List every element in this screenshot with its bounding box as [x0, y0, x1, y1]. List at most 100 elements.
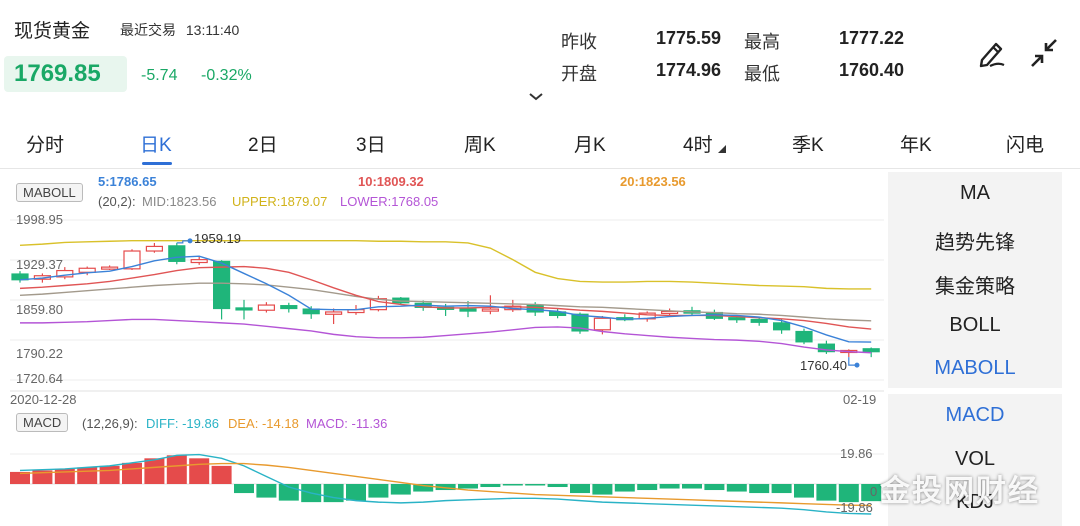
macd-bar: [122, 462, 142, 484]
macd-bar: [502, 484, 523, 486]
macd-bar: [816, 484, 837, 501]
macd-bar: [346, 484, 366, 501]
quote-header: 现货黄金 最近交易 13:11:40 1769.85 -5.74 -0.32% …: [0, 0, 1080, 108]
macd-bar: [77, 467, 98, 484]
macd-bar: [211, 465, 232, 484]
macd-bar: [682, 484, 702, 489]
candle-body: [481, 308, 499, 312]
y-tick-1: 1998.95: [16, 212, 63, 227]
candle-body: [459, 308, 477, 312]
side-item-maboll[interactable]: MABOLL: [888, 357, 1062, 380]
candle-body: [100, 266, 119, 270]
tab-2day[interactable]: 2日: [248, 130, 278, 157]
candle-body: [280, 305, 298, 310]
tab-yearly-k[interactable]: 年K: [900, 130, 932, 157]
macd-bar: [749, 484, 770, 494]
side-item-strategy[interactable]: 集金策略: [888, 270, 1062, 299]
last-trade-time: 13:11:40: [185, 22, 240, 38]
candle-body: [325, 311, 343, 315]
candle-body: [78, 267, 96, 273]
macd-bar: [659, 484, 680, 489]
last-trade-info: 最近交易 13:11:40: [120, 20, 239, 40]
low-marker-dot: [854, 362, 860, 368]
candle-body: [750, 318, 768, 323]
macd-value-legend: MACD: -11.36: [306, 416, 388, 431]
tab-4hour[interactable]: 4时: [683, 130, 726, 157]
macd-bar: [323, 484, 344, 503]
macd-bar: [771, 484, 792, 494]
high-marker-dot: [187, 238, 193, 244]
last-trade-label: 最近交易: [120, 22, 176, 38]
tab-daily-k[interactable]: 日K: [140, 130, 172, 157]
side-item-ma[interactable]: MA: [888, 182, 1062, 205]
candle-body: [862, 348, 880, 353]
ma5-line: [19, 255, 872, 343]
macd-y-zero: 0: [870, 484, 878, 499]
y-tick-2: 1929.37: [16, 257, 63, 272]
tab-weekly-k[interactable]: 周K: [464, 130, 496, 157]
dropdown-corner-icon: [717, 145, 726, 153]
macd-bar: [704, 484, 725, 491]
macd-bar: [189, 458, 210, 484]
tab-intraday[interactable]: 分时: [26, 130, 64, 157]
sub-indicator-selector[interactable]: MACD: [16, 413, 69, 432]
macd-bar: [458, 484, 478, 489]
side-item-macd[interactable]: MACD: [888, 404, 1062, 427]
macd-bar: [99, 465, 120, 484]
macd-bar: [166, 455, 187, 484]
chevron-down-icon[interactable]: [528, 92, 544, 102]
macd-bar: [570, 484, 590, 494]
macd-y-bottom: -19.86: [836, 500, 873, 515]
macd-bar: [547, 484, 568, 488]
candle-body: [795, 330, 813, 343]
tab-4hour-label: 4时: [683, 135, 713, 156]
period-tabs: 分时 日K 2日 3日 周K 月K 4时 季K 年K 闪电: [0, 120, 1080, 166]
low-marker-label: 1760.40: [800, 358, 847, 373]
collapse-icon[interactable]: [1028, 36, 1060, 70]
high-marker-label: 1959.19: [194, 231, 241, 246]
tab-flash[interactable]: 闪电: [1006, 130, 1044, 157]
side-item-boll[interactable]: BOLL: [888, 314, 1062, 337]
edit-pen-icon[interactable]: [976, 36, 1008, 70]
tab-quarterly-k[interactable]: 季K: [792, 130, 824, 157]
current-price: 1769.85: [14, 60, 101, 87]
y-tick-5: 1720.64: [16, 371, 63, 386]
high-label: 最高: [744, 32, 780, 52]
macd-diff-legend: DIFF: -19.86: [146, 416, 219, 431]
tab-monthly-k[interactable]: 月K: [574, 130, 606, 157]
candle-body: [772, 322, 791, 331]
date-start: 2020-12-28: [10, 392, 77, 407]
macd-bar: [368, 484, 389, 498]
price-change: -5.74: [141, 67, 178, 84]
macd-dea-legend: DEA: -14.18: [228, 416, 299, 431]
macd-bar: [726, 484, 747, 492]
candle-body: [728, 317, 746, 321]
instrument-title: 现货黄金: [14, 21, 91, 42]
candle-body: [593, 317, 612, 331]
macd-bar: [144, 458, 165, 484]
high-value: 1777.22: [839, 28, 905, 48]
prev-close-label: 昨收: [561, 32, 597, 52]
open-value: 1774.96: [656, 60, 722, 80]
macd-bar: [592, 484, 613, 495]
macd-bar: [480, 484, 501, 488]
side-item-trend[interactable]: 趋势先锋: [888, 226, 1062, 255]
open-label: 开盘: [561, 64, 597, 84]
macd-bar: [256, 484, 277, 498]
candle-body: [168, 245, 186, 262]
low-value: 1760.40: [839, 60, 905, 80]
tab-3day[interactable]: 3日: [356, 130, 386, 157]
candlestick-chart: [10, 219, 884, 392]
candle-body: [526, 304, 544, 313]
date-end: 02-19: [843, 392, 877, 407]
boll-lower-line: [20, 318, 872, 354]
macd-params: (12,26,9):: [82, 416, 138, 431]
y-tick-3: 1859.80: [16, 302, 63, 317]
low-label: 最低: [744, 64, 780, 84]
macd-bar: [637, 484, 658, 491]
price-change-percent: -0.32%: [201, 67, 252, 84]
candle-body: [213, 260, 231, 310]
watermark: 金投网财经: [880, 475, 1040, 508]
candle-body: [257, 304, 275, 311]
candle-body: [190, 259, 208, 264]
